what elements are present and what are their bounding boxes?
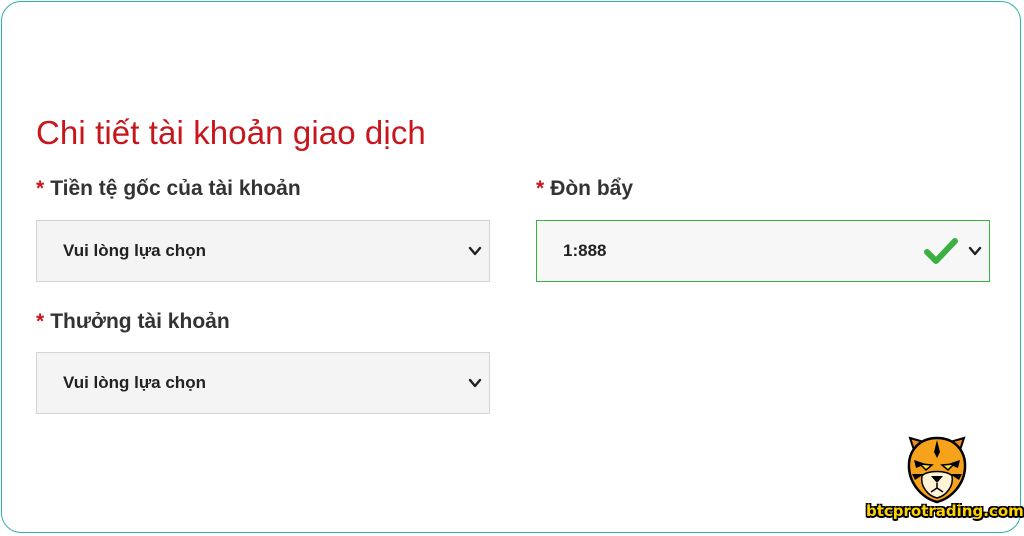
chevron-down-icon — [468, 378, 482, 388]
section-title: Chi tiết tài khoản giao dịch — [36, 114, 426, 151]
base-currency-label: * Tiền tệ gốc của tài khoản — [36, 177, 301, 201]
account-bonus-label-text: Thưởng tài khoản — [50, 310, 230, 333]
checkmark-icon — [924, 238, 958, 264]
leverage-value: 1:888 — [563, 241, 607, 260]
watermark-badge: btcprotrading.com — [862, 432, 1024, 524]
account-bonus-select[interactable]: Vui lòng lựa chọn — [36, 352, 490, 414]
chevron-down-icon — [468, 246, 482, 256]
leverage-label: * Đòn bẩy — [536, 177, 633, 201]
base-currency-value: Vui lòng lựa chọn — [63, 241, 206, 260]
required-asterisk: * — [36, 310, 45, 333]
base-currency-label-text: Tiền tệ gốc của tài khoản — [50, 177, 301, 200]
chevron-down-icon — [968, 246, 982, 256]
tiger-head-icon — [907, 436, 967, 504]
watermark-site-text: btcprotrading.com — [866, 502, 1024, 520]
account-bonus-value: Vui lòng lựa chọn — [63, 373, 206, 392]
required-asterisk: * — [36, 177, 45, 200]
base-currency-select[interactable]: Vui lòng lựa chọn — [36, 220, 490, 282]
leverage-label-text: Đòn bẩy — [550, 177, 634, 200]
account-bonus-label: * Thưởng tài khoản — [36, 310, 230, 334]
leverage-select[interactable]: 1:888 — [536, 220, 990, 282]
required-asterisk: * — [536, 177, 545, 200]
